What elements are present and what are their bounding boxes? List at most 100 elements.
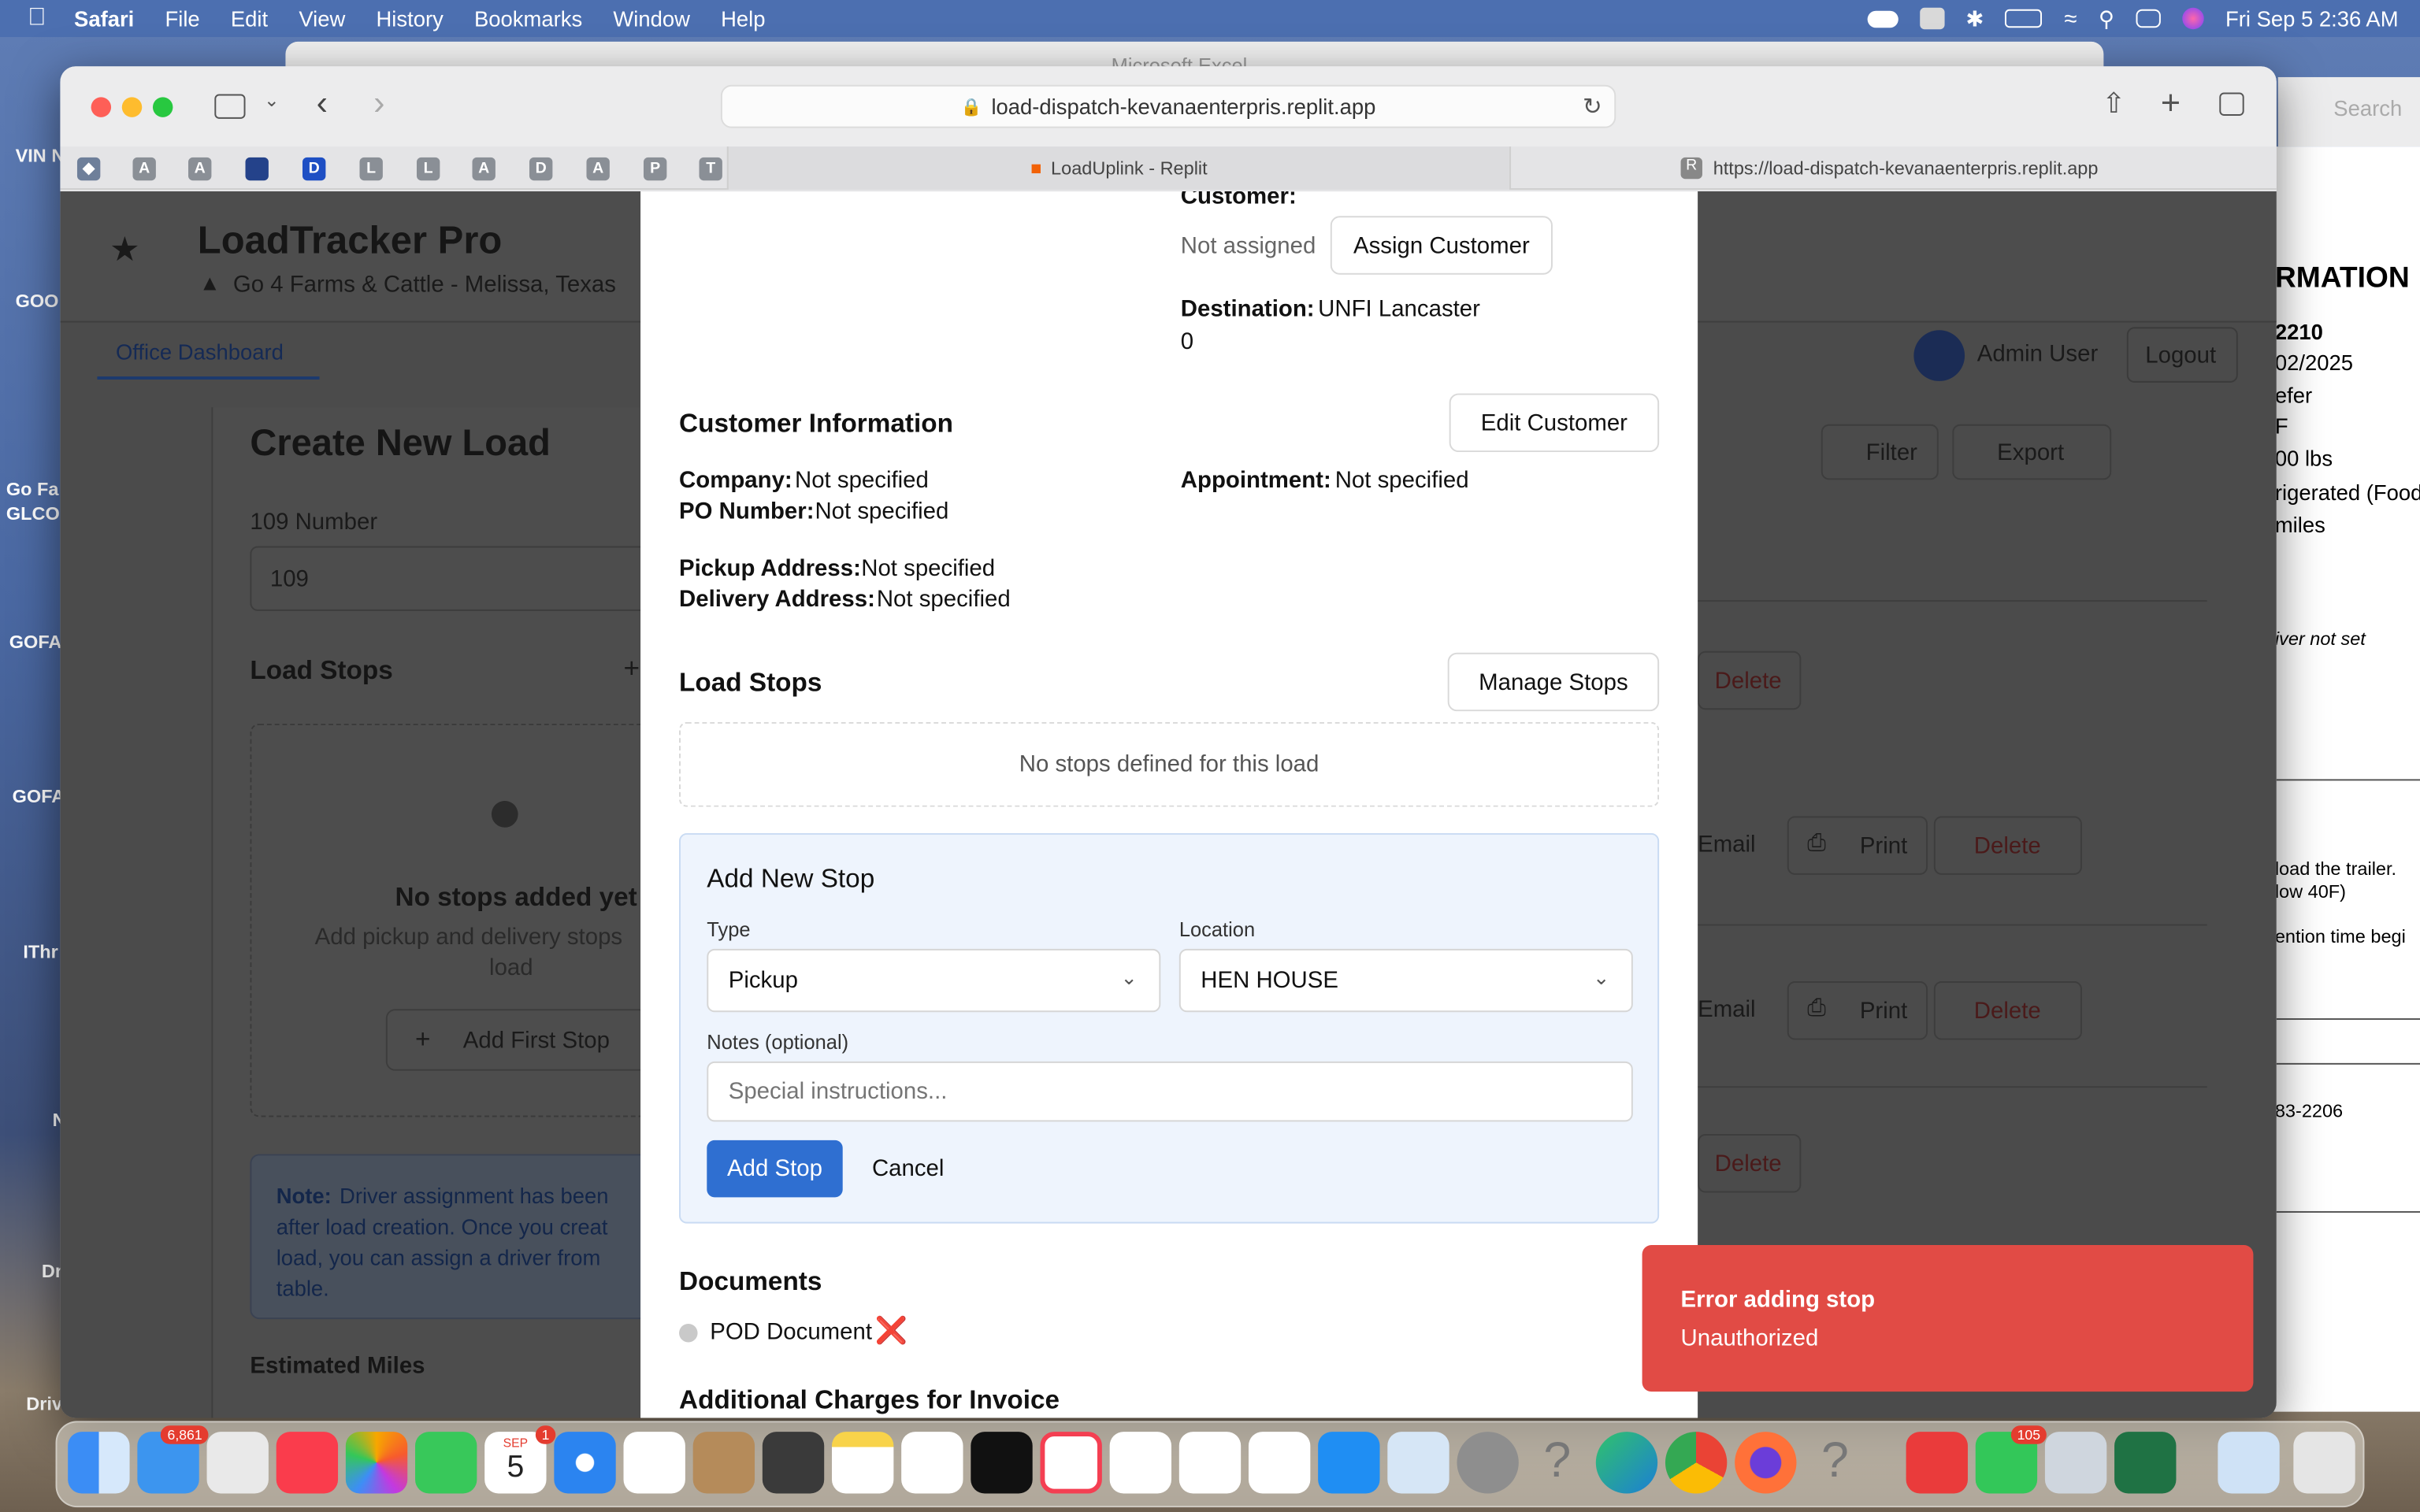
news-icon[interactable]	[1040, 1432, 1102, 1494]
favorite-icon[interactable]: A	[132, 157, 156, 181]
favorite-icon[interactable]: L	[416, 157, 440, 181]
pages-icon[interactable]	[1248, 1432, 1311, 1494]
clock[interactable]: Fri Sep 5 2:36 AM	[2225, 6, 2399, 31]
tab-overview-icon[interactable]	[2219, 92, 2244, 116]
user-avatar-icon[interactable]	[1913, 330, 1965, 381]
contacts-icon[interactable]	[692, 1432, 755, 1494]
favorite-icon[interactable]: T	[699, 157, 722, 181]
export-button[interactable]: Export	[1952, 424, 2112, 480]
menu-edit[interactable]: Edit	[231, 6, 268, 31]
trash-icon[interactable]	[2293, 1432, 2355, 1494]
launchpad-icon[interactable]	[206, 1432, 269, 1494]
print-button[interactable]: ⎙ Print	[1787, 981, 1928, 1040]
add-stop-plus-icon[interactable]: +	[624, 653, 640, 685]
menu-bookmarks[interactable]: Bookmarks	[474, 6, 582, 31]
close-window-button[interactable]	[91, 97, 112, 117]
desktop-label[interactable]: IThr	[23, 941, 58, 962]
new-tab-icon[interactable]: +	[2161, 83, 2181, 124]
menu-app-name[interactable]: Safari	[74, 6, 134, 31]
error-toast[interactable]: Error adding stop Unauthorized	[1642, 1245, 2254, 1392]
forward-icon[interactable]: ›	[373, 83, 384, 124]
siri-icon[interactable]	[2182, 7, 2204, 30]
excel-icon[interactable]	[2114, 1432, 2177, 1494]
menu-view[interactable]: View	[299, 6, 345, 31]
music-icon[interactable]	[276, 1432, 339, 1494]
apple-tv-icon[interactable]	[971, 1432, 1033, 1494]
reload-icon[interactable]: ↻	[1583, 93, 1602, 120]
menu-file[interactable]: File	[165, 6, 199, 31]
calendar-icon[interactable]: SEP 5 1	[484, 1425, 556, 1494]
background-right-window[interactable]: Search	[2277, 76, 2420, 147]
tab-load-dispatch[interactable]: R https://load-dispatch-kevanaenterpris.…	[1680, 146, 2267, 190]
add-first-stop-button[interactable]: + Add First Stop	[385, 1009, 648, 1071]
keynote-icon[interactable]	[1109, 1432, 1172, 1494]
calculator-icon[interactable]	[762, 1432, 825, 1494]
chevron-down-icon[interactable]: ⌄	[264, 90, 280, 111]
edit-customer-button[interactable]: Edit Customer	[1449, 393, 1660, 453]
bluetooth-icon[interactable]: ✱	[1965, 6, 1984, 32]
desktop-label[interactable]: Go Fa	[6, 478, 59, 499]
downloads-folder-icon[interactable]	[2218, 1432, 2280, 1494]
back-icon[interactable]: ‹	[317, 83, 328, 124]
favorite-icon[interactable]: D	[302, 157, 326, 181]
favorite-icon[interactable]: ◆	[76, 157, 101, 181]
mail-icon[interactable]: 6,861	[137, 1425, 209, 1494]
edge-icon[interactable]	[1595, 1432, 1658, 1494]
desktop-label[interactable]: Dr	[42, 1261, 62, 1282]
desktop-label[interactable]: Driv	[26, 1393, 62, 1414]
wifi-icon[interactable]: ≈	[2064, 6, 2077, 32]
delete-button[interactable]: Delete	[1698, 1134, 1802, 1193]
numbers-icon[interactable]	[1178, 1432, 1242, 1494]
battery-icon[interactable]	[2005, 9, 2043, 28]
address-bar[interactable]: 🔒 load-dispatch-kevanaenterpris.replit.a…	[720, 84, 1616, 128]
chrome-icon[interactable]	[1665, 1432, 1728, 1494]
sidebar-toggle-icon[interactable]	[214, 94, 246, 119]
system-settings-icon[interactable]	[1457, 1432, 1519, 1494]
favorite-icon[interactable]: A	[586, 157, 610, 181]
favorite-icon[interactable]: L	[359, 157, 383, 181]
email-button[interactable]: Email	[1698, 997, 1756, 1023]
safari-icon[interactable]	[554, 1432, 616, 1494]
nav-tab-office-dashboard[interactable]: Office Dashboard	[97, 327, 320, 380]
stop-notes-input[interactable]	[707, 1061, 1633, 1122]
cancel-button[interactable]: Cancel	[872, 1155, 945, 1181]
delete-button[interactable]: Delete	[1933, 981, 2082, 1040]
desktop-label[interactable]: GLCO	[6, 503, 60, 524]
share-icon[interactable]: ⇧	[2102, 88, 2125, 120]
delete-button[interactable]: Delete	[1698, 650, 1802, 710]
desktop-label[interactable]: GOFA	[13, 785, 65, 806]
filter-button[interactable]: Filter	[1821, 424, 1939, 480]
manage-stops-button[interactable]: Manage Stops	[1447, 652, 1660, 712]
search-icon[interactable]: ⚲	[2099, 6, 2114, 32]
menu-help[interactable]: Help	[721, 6, 765, 31]
reminders-icon[interactable]	[623, 1432, 685, 1494]
stop-type-select[interactable]: Pickup ⌄	[707, 948, 1161, 1013]
unknown-app-icon[interactable]: ?	[1804, 1432, 1865, 1493]
icloud-icon[interactable]	[1867, 9, 1899, 28]
freeform-icon[interactable]	[901, 1432, 963, 1494]
tab-loaduplink[interactable]: ■ LoadUplink - Replit	[726, 146, 1512, 190]
background-search[interactable]: Search	[2333, 95, 2402, 120]
assign-customer-button[interactable]: Assign Customer	[1330, 216, 1553, 275]
desktop-label[interactable]: VIN N	[16, 145, 65, 166]
desktop-label[interactable]: GOFA	[9, 631, 62, 652]
minimize-window-button[interactable]	[121, 97, 143, 117]
favorite-icon[interactable]: P	[643, 157, 667, 181]
menu-history[interactable]: History	[376, 6, 443, 31]
creative-cloud-icon[interactable]	[1906, 1432, 1968, 1494]
favorite-icon[interactable]: A	[472, 157, 496, 181]
messages-icon[interactable]: 105	[1975, 1425, 2047, 1494]
stop-location-select[interactable]: HEN HOUSE ⌄	[1178, 948, 1633, 1013]
apple-icon[interactable]: 	[28, 5, 46, 32]
number-input[interactable]: 109	[250, 546, 651, 611]
menu-window[interactable]: Window	[613, 6, 690, 31]
add-stop-button[interactable]: Add Stop	[707, 1140, 843, 1198]
zoom-window-button[interactable]	[152, 97, 173, 117]
facetime-icon[interactable]	[415, 1432, 477, 1494]
favorite-icon[interactable]	[245, 157, 269, 181]
control-center-icon[interactable]	[2136, 9, 2161, 28]
print-button[interactable]: ⎙ Print	[1787, 816, 1928, 875]
printer-status-icon[interactable]	[1919, 7, 1944, 30]
app-store-icon[interactable]	[1318, 1432, 1380, 1494]
desktop-label[interactable]: GOO	[16, 290, 59, 311]
